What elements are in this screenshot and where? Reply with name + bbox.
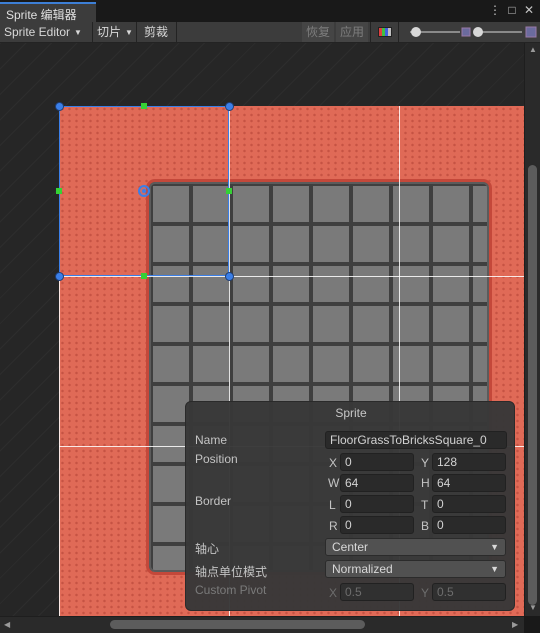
r-label: R [329,519,338,533]
custom-pivot-x-field[interactable]: 0.5 [340,583,414,601]
pivot-unit-dropdown[interactable]: Normalized ▼ [325,560,506,578]
kebab-icon[interactable]: ⋮ [488,3,502,17]
close-icon[interactable]: ✕ [522,3,536,17]
border-r-field[interactable]: 0 [340,516,414,534]
maximize-icon[interactable]: □ [505,3,519,17]
custom-pivot-y-field[interactable]: 0.5 [432,583,506,601]
b-label: B [421,519,430,533]
panel-title: Sprite [335,406,367,420]
y-label: Y [421,456,430,470]
scroll-right-icon[interactable]: ▶ [512,620,518,629]
pivot-unit-label: 轴点单位模式 [195,565,268,579]
vertical-scroll-thumb[interactable] [528,165,537,605]
apply-button[interactable]: 应用 [336,22,369,42]
custom-pivot-label: Custom Pivot [195,583,267,597]
corner-handle[interactable] [225,102,234,111]
trim-button[interactable]: 剪裁 [140,22,172,42]
name-field[interactable]: FloorGrassToBricksSquare_0 [325,431,507,449]
mip-slider[interactable] [472,24,524,40]
slice-dropdown[interactable]: 切片 ▼ [93,22,137,42]
border-t-field[interactable]: 0 [432,495,506,513]
scroll-up-icon[interactable]: ▲ [529,45,537,54]
window-tab-bar: Sprite 编辑器 ⋮ □ ✕ [0,0,540,22]
edge-handle[interactable] [141,103,147,109]
position-h-field[interactable]: 64 [432,474,506,492]
tab-sprite-editor[interactable]: Sprite 编辑器 [0,2,96,22]
l-label: L [329,498,336,512]
custom-pivot-x-label: X [329,586,338,600]
edge-handle[interactable] [56,188,62,194]
pivot-unit-value: Normalized [332,562,393,576]
pivot-dropdown[interactable]: Center ▼ [325,538,506,556]
horizontal-scroll-thumb[interactable] [110,620,365,629]
mip-large-icon [525,26,537,38]
position-label: Position [195,452,238,466]
slice-line [59,276,524,277]
position-x-field[interactable]: 0 [340,453,414,471]
sprite-panel: Sprite Name FloorGrassToBricksSquare_0 P… [185,401,515,611]
pivot-handle[interactable] [138,185,150,197]
border-l-field[interactable]: 0 [340,495,414,513]
zoom-slider[interactable] [406,24,462,40]
horizontal-scrollbar[interactable]: ◀ ▶ [0,616,524,633]
color-channel-toggle[interactable] [374,22,396,42]
scroll-left-icon[interactable]: ◀ [4,620,10,629]
chevron-down-icon: ▼ [74,27,82,37]
border-label: Border [195,494,232,508]
x-label: X [329,456,338,470]
w-label: W [328,476,340,490]
vertical-scrollbar[interactable]: ▲ ▼ [524,43,540,616]
toolbar-divider [136,22,137,42]
slider-thumb[interactable] [410,27,421,37]
slice-label: 切片 [97,25,122,39]
toolbar-divider [176,22,177,42]
name-label: Name [195,433,228,447]
revert-button[interactable]: 恢复 [302,22,335,42]
color-channel-icon [378,27,392,37]
chevron-down-icon: ▼ [125,27,133,37]
pivot-label: 轴心 [195,542,220,556]
mode-label: Sprite Editor [4,25,71,39]
toolbar-divider [398,22,399,42]
slider-thumb[interactable] [473,27,483,37]
pivot-value: Center [332,540,369,554]
position-w-field[interactable]: 64 [340,474,414,492]
chevron-down-icon: ▼ [490,564,499,574]
scroll-down-icon[interactable]: ▼ [529,603,537,612]
mip-small-icon [460,26,472,38]
chevron-down-icon: ▼ [490,542,499,552]
t-label: T [421,498,429,512]
custom-pivot-y-label: Y [421,586,430,600]
edge-handle[interactable] [226,188,232,194]
corner-handle[interactable] [225,272,234,281]
corner-handle[interactable] [55,102,64,111]
toolbar-divider [370,22,371,42]
corner-handle[interactable] [55,272,64,281]
mode-dropdown[interactable]: Sprite Editor ▼ [0,22,86,42]
h-label: H [421,476,430,490]
border-b-field[interactable]: 0 [432,516,506,534]
edge-handle[interactable] [141,273,147,279]
position-y-field[interactable]: 128 [432,453,506,471]
toolbar: Sprite Editor ▼ 切片 ▼ 剪裁 恢复 应用 [0,22,540,43]
